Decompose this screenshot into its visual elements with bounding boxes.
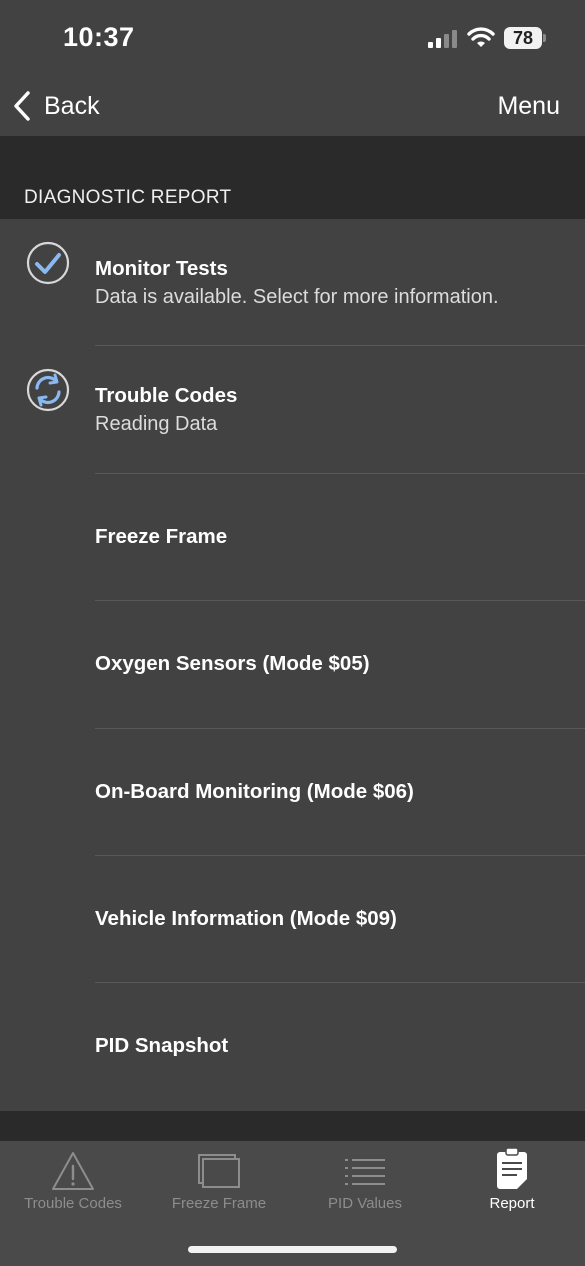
home-indicator[interactable] xyxy=(188,1246,397,1253)
tab-label: Freeze Frame xyxy=(171,1195,267,1212)
tab-label: Report xyxy=(489,1195,535,1212)
status-time: 10:37 xyxy=(63,22,135,52)
list-item-monitor-tests[interactable]: Monitor Tests Data is available. Select … xyxy=(0,219,585,347)
battery-tip xyxy=(543,34,546,42)
tab-freeze-frame[interactable]: Freeze Frame xyxy=(146,1141,292,1231)
navigation-bar: Back Menu xyxy=(0,78,585,136)
checkmark-circle-icon xyxy=(26,241,70,285)
refresh-circle-icon xyxy=(26,369,70,412)
list-item-freeze-frame[interactable]: Freeze Frame xyxy=(0,474,585,602)
warning-triangle-icon xyxy=(52,1152,94,1190)
wifi-icon xyxy=(467,27,495,47)
list-item-oxygen-sensors[interactable]: Oxygen Sensors (Mode $05) xyxy=(0,601,585,729)
section-title: DIAGNOSTIC REPORT xyxy=(24,187,232,208)
battery-icon: 78 xyxy=(504,27,542,49)
tab-pid-values[interactable]: PID Values xyxy=(292,1141,438,1231)
item-subtitle: Reading Data xyxy=(95,413,218,436)
item-subtitle: Data is available. Select for more infor… xyxy=(95,286,499,308)
stacked-frames-icon xyxy=(198,1154,240,1188)
list-item-trouble-codes[interactable]: Trouble Codes Reading Data xyxy=(0,346,585,474)
status-bar: 10:37 78 xyxy=(0,0,585,78)
report-list: Monitor Tests Data is available. Select … xyxy=(0,219,585,1111)
tab-report[interactable]: Report xyxy=(439,1141,585,1231)
item-title: On-Board Monitoring (Mode $06) xyxy=(95,779,414,803)
tab-label: PID Values xyxy=(328,1195,402,1212)
back-button[interactable]: Back xyxy=(12,88,100,124)
item-title: Vehicle Information (Mode $09) xyxy=(95,906,397,930)
item-title: PID Snapshot xyxy=(95,1034,229,1058)
clipboard-report-icon xyxy=(497,1147,527,1189)
item-title: Monitor Tests xyxy=(95,257,228,280)
list-item-on-board-monitoring[interactable]: On-Board Monitoring (Mode $06) xyxy=(0,729,585,856)
tab-trouble-codes[interactable]: Trouble Codes xyxy=(0,1141,146,1231)
list-lines-icon xyxy=(345,1159,385,1185)
tab-label: Trouble Codes xyxy=(24,1195,122,1212)
item-title: Freeze Frame xyxy=(95,524,228,548)
menu-button[interactable]: Menu xyxy=(497,92,560,121)
item-title: Oxygen Sensors (Mode $05) xyxy=(95,652,370,676)
item-title: Trouble Codes xyxy=(95,384,238,408)
list-item-pid-snapshot[interactable]: PID Snapshot xyxy=(0,983,585,1110)
chevron-left-icon xyxy=(14,91,30,121)
footer-spacer xyxy=(0,1111,585,1141)
back-label: Back xyxy=(44,91,100,120)
cellular-signal-icon xyxy=(428,30,457,48)
section-header: DIAGNOSTIC REPORT xyxy=(0,136,585,219)
list-item-vehicle-information[interactable]: Vehicle Information (Mode $09) xyxy=(0,856,585,984)
